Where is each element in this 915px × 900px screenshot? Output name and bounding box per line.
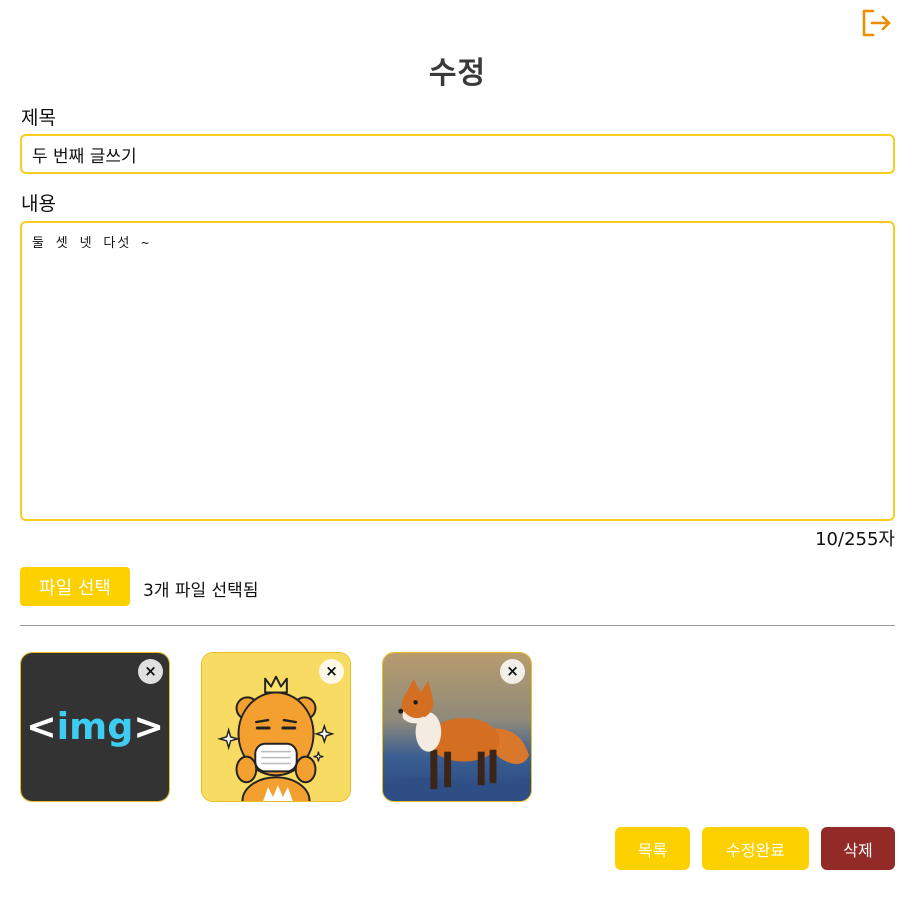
delete-button[interactable]: 삭제 [821, 827, 895, 870]
logout-icon[interactable] [860, 8, 892, 38]
image-thumbnail: <img> × [20, 652, 170, 802]
remove-image-icon[interactable]: × [500, 659, 525, 684]
divider [20, 625, 895, 626]
title-input[interactable] [20, 134, 895, 174]
content-textarea[interactable]: 둘 셋 넷 다섯 ~ [20, 221, 895, 521]
image-thumbnail: × [201, 652, 351, 802]
image-thumbnail: × [382, 652, 532, 802]
remove-image-icon[interactable]: × [138, 659, 163, 684]
file-select-button[interactable]: 파일 선택 [20, 567, 130, 606]
save-edit-button[interactable]: 수정완료 [702, 827, 809, 870]
title-label: 제목 [21, 107, 56, 129]
page-title: 수정 [428, 56, 487, 91]
list-button[interactable]: 목록 [615, 827, 690, 870]
file-status-text: 3개 파일 선택됨 [143, 581, 259, 601]
content-label: 내용 [21, 193, 56, 215]
char-count: 10/255자 [815, 529, 895, 550]
img-logo-text: <img> [26, 705, 164, 748]
remove-image-icon[interactable]: × [319, 659, 344, 684]
